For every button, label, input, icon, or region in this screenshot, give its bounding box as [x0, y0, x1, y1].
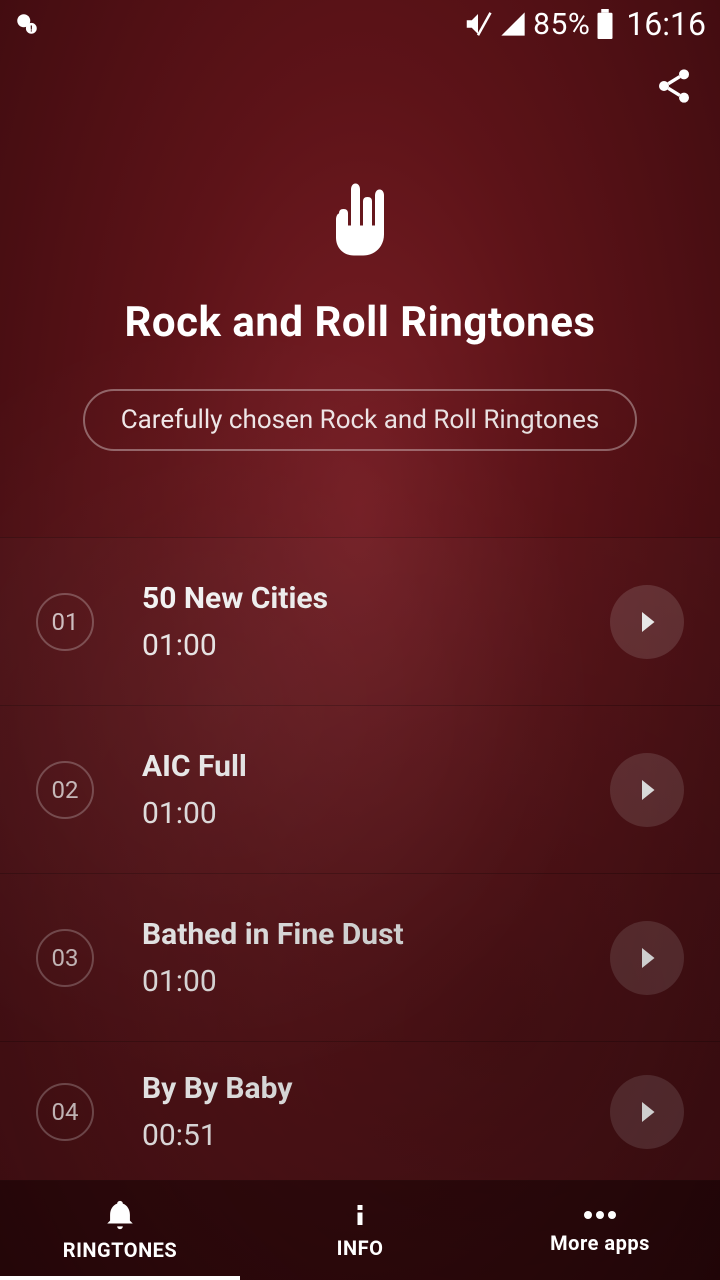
track-duration: 00:51	[142, 1118, 610, 1153]
track-index: 02	[36, 761, 94, 819]
nav-label: RINGTONES	[63, 1238, 178, 1262]
bottom-nav: RINGTONES INFO More apps	[0, 1180, 720, 1280]
track-title: AIC Full	[142, 749, 610, 784]
mute-icon	[463, 9, 493, 39]
track-index: 01	[36, 593, 94, 651]
track-index: 04	[36, 1083, 94, 1141]
ringtone-row[interactable]: 01 50 New Cities 01:00	[0, 537, 720, 705]
svg-text:!: !	[30, 25, 32, 35]
play-button[interactable]	[610, 921, 684, 995]
more-icon	[580, 1205, 620, 1225]
bell-icon	[103, 1198, 137, 1232]
page-subtitle: Carefully chosen Rock and Roll Ringtones	[83, 389, 638, 451]
track-index: 03	[36, 929, 94, 987]
nav-label: INFO	[337, 1236, 384, 1260]
status-bar: ! 85% 16:16	[0, 0, 720, 48]
ringtone-list: 01 50 New Cities 01:00 02 AIC Full 01:00…	[0, 537, 720, 1181]
track-title: By By Baby	[142, 1071, 610, 1106]
action-bar	[0, 48, 720, 124]
track-duration: 01:00	[142, 796, 610, 831]
nav-info[interactable]: INFO	[240, 1180, 480, 1280]
track-duration: 01:00	[142, 964, 610, 999]
page-title: Rock and Roll Ringtones	[125, 298, 596, 347]
ringtone-row[interactable]: 02 AIC Full 01:00	[0, 705, 720, 873]
signal-icon	[499, 10, 527, 38]
rock-hand-icon	[324, 174, 396, 262]
app-header: Rock and Roll Ringtones Carefully chosen…	[0, 124, 720, 511]
play-button[interactable]	[610, 753, 684, 827]
play-button[interactable]	[610, 1075, 684, 1149]
nav-more-apps[interactable]: More apps	[480, 1180, 720, 1280]
nav-label: More apps	[550, 1231, 650, 1255]
notification-icon: !	[14, 11, 40, 37]
play-button[interactable]	[610, 585, 684, 659]
share-button[interactable]	[654, 66, 694, 106]
battery-icon	[596, 9, 614, 39]
track-title: Bathed in Fine Dust	[142, 917, 610, 952]
ringtone-row[interactable]: 03 Bathed in Fine Dust 01:00	[0, 873, 720, 1041]
info-icon	[345, 1200, 375, 1230]
ringtone-row[interactable]: 04 By By Baby 00:51	[0, 1041, 720, 1181]
track-duration: 01:00	[142, 628, 610, 663]
nav-ringtones[interactable]: RINGTONES	[0, 1180, 240, 1280]
clock: 16:16	[626, 5, 706, 43]
track-title: 50 New Cities	[142, 581, 610, 616]
battery-percentage: 85%	[533, 7, 590, 42]
